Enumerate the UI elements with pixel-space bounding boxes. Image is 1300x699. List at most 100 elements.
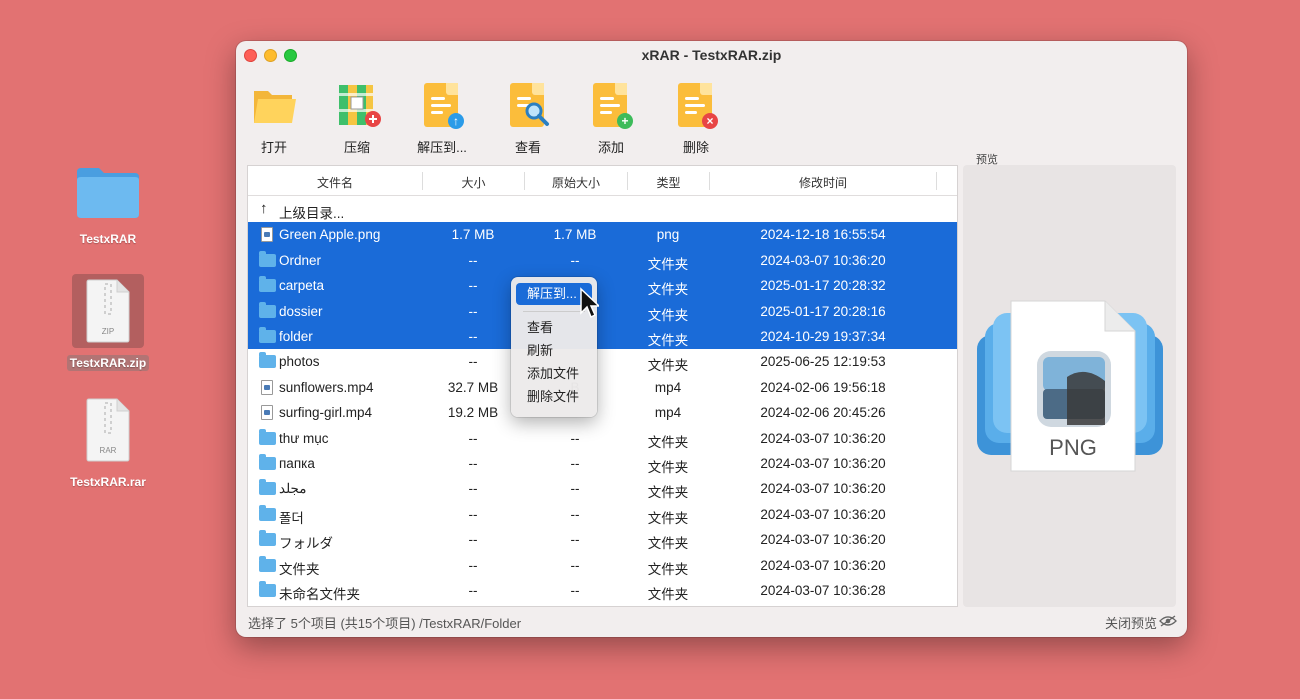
table-row[interactable]: Green Apple.png 1.7 MB 1.7 MB png 2024-12-18… [248, 222, 957, 248]
cell-size: -- [468, 329, 478, 344]
table-row[interactable]: photos -- 文件夹 2025-06-25 12:19:53 [248, 349, 957, 374]
cell-name: photos [279, 354, 320, 370]
cell-original-size: -- [570, 557, 580, 573]
cell-type: 文件夹 [647, 256, 689, 272]
eye-slash-icon[interactable] [1159, 615, 1177, 627]
delete-button[interactable]: × 删除 [661, 79, 731, 156]
cell-name: フォルダ [279, 536, 333, 552]
plus-badge-icon: + [617, 113, 633, 129]
preview-file-type: PNG [1049, 435, 1097, 460]
file-list: 文件名 大小 原始大小 类型 修改时间 ↑ 上级目录... Green Apple.… [247, 165, 958, 607]
table-row[interactable]: مجلد -- -- 文件夹 2024-03-07 10:36:20 [248, 476, 957, 501]
preview-panel: PNG [963, 165, 1176, 607]
cell-original-size: -- [570, 430, 580, 446]
table-row[interactable]: folder -- 文件夹 2024-10-29 19:37:34 [248, 324, 957, 350]
folder-icon [259, 428, 276, 445]
cell-type: 文件夹 [647, 510, 689, 526]
cell-original-size: -- [570, 456, 580, 471]
file-icon [261, 227, 273, 243]
cell-type: png [656, 227, 680, 243]
compress-label: 压缩 [343, 140, 370, 155]
table-row[interactable]: carpeta -- 文件夹 2025-01-17 20:28:32 [248, 273, 957, 299]
open-button[interactable]: 打开 [239, 79, 309, 156]
add-label: 添加 [597, 140, 624, 155]
cell-modified: 2024-03-07 10:36:20 [760, 506, 886, 522]
cell-type: 文件夹 [647, 434, 689, 450]
cell-name: 文件夹 [279, 561, 320, 577]
cell-size: 1.7 MB [451, 227, 495, 243]
file-icon [261, 405, 273, 421]
folder-icon [259, 530, 276, 547]
table-row[interactable]: Ordner -- -- 文件夹 2024-03-07 10:36:20 [248, 247, 957, 274]
svg-text:ZIP: ZIP [102, 327, 114, 336]
up-arrow-icon: ↑ [260, 200, 268, 217]
delete-doc-icon: × [672, 79, 720, 131]
compress-books-icon [333, 79, 381, 131]
cell-size: -- [468, 456, 478, 471]
cell-type: 文件夹 [647, 587, 689, 602]
cell-name: مجلد [279, 481, 307, 497]
menu-item-add-file[interactable]: 添加文件 [516, 363, 592, 385]
table-row[interactable]: 폴더 -- -- 文件夹 2024-03-07 10:36:20 [248, 502, 957, 527]
cell-size: -- [468, 430, 478, 446]
table-row[interactable]: 文件夹 -- -- 文件夹 2024-03-07 10:36:20 [248, 553, 957, 578]
view-label: 查看 [514, 140, 541, 155]
close-preview-button[interactable]: 关闭预览 [1105, 613, 1157, 632]
cell-original-size: -- [570, 506, 580, 522]
cell-size: -- [468, 532, 478, 548]
cell-type: 文件夹 [647, 358, 689, 374]
cell-name: surfing-girl.mp4 [279, 405, 373, 421]
add-button[interactable]: + 添加 [576, 79, 646, 156]
cell-modified: 2024-03-07 10:36:28 [760, 583, 886, 598]
open-label: 打开 [260, 140, 287, 155]
cell-name: Ordner [279, 252, 322, 268]
table-row[interactable]: フォルダ -- -- 文件夹 2024-03-07 10:36:20 [248, 527, 957, 552]
table-row[interactable]: папка -- -- 文件夹 2024-03-07 10:36:20 [248, 451, 957, 476]
cell-original-size: 1.7 MB [553, 227, 597, 243]
cell-name: dossier [279, 303, 323, 319]
cell-type: 文件夹 [647, 536, 689, 552]
table-row[interactable]: sunflowers.mp432.7 MBBmp42024-02-06 19:5… [248, 375, 957, 400]
desktop-folder-testxrar[interactable]: TestxRAR [58, 164, 158, 248]
title-bar[interactable]: xRAR - TestxRAR.zip [236, 41, 1187, 69]
cell-type: 文件夹 [647, 561, 689, 577]
column-modified[interactable]: 修改时间 [710, 174, 936, 191]
column-name[interactable]: 文件名 [248, 174, 422, 191]
cell-type: mp4 [654, 405, 682, 421]
cell-name: Green Apple.png [279, 227, 381, 243]
folder-icon [259, 454, 276, 470]
mouse-cursor-icon [580, 287, 599, 319]
svg-text:RAR: RAR [100, 446, 117, 455]
cell-modified: 2024-03-07 10:36:20 [760, 430, 886, 446]
cell-size: -- [468, 252, 478, 268]
menu-item-delete-file[interactable]: 删除文件 [516, 386, 592, 408]
compress-button[interactable]: 压缩 [322, 79, 392, 156]
column-type[interactable]: 类型 [628, 174, 709, 191]
view-magnifier-icon [504, 79, 552, 131]
extract-to-button[interactable]: ↑ 解压到... [407, 79, 477, 156]
cell-modified: 2024-03-07 10:36:20 [760, 557, 886, 573]
cell-size: -- [468, 303, 478, 319]
cell-original-size: -- [570, 481, 580, 497]
folder-icon [259, 581, 276, 597]
column-original-size[interactable]: 原始大小 [525, 174, 627, 191]
cell-name: 폴더 [279, 510, 304, 526]
parent-directory-row[interactable]: ↑ 上级目录... [248, 197, 957, 222]
column-size[interactable]: 大小 [423, 174, 524, 191]
desktop-file-testxrar-zip[interactable]: ZIP TestxRAR.zip [58, 278, 158, 372]
table-row[interactable]: dossier -- 文件夹 2025-01-17 20:28:16 [248, 298, 957, 324]
table-row[interactable]: surfing-girl.mp4 19.2 MB mp4 2024-02-06 20:… [248, 400, 957, 425]
folder-icon [259, 276, 276, 293]
table-row[interactable]: 未命名文件夹 -- -- 文件夹 2024-03-07 10:36:28 [248, 578, 957, 603]
desktop-folder-label: TestxRAR [79, 232, 137, 246]
cell-type: 文件夹 [647, 485, 689, 501]
cell-modified: 2025-01-17 20:28:32 [760, 278, 886, 294]
extract-doc-icon: ↑ [418, 79, 466, 131]
menu-item-refresh[interactable]: 刷新 [516, 340, 592, 362]
folder-icon [259, 504, 276, 521]
desktop-file-testxrar-rar[interactable]: RAR TestxRAR.rar [58, 397, 158, 491]
zip-file-icon: ZIP [86, 279, 130, 343]
view-button[interactable]: 查看 [493, 79, 563, 156]
cell-size: -- [468, 481, 478, 497]
table-row[interactable]: thư mục -- -- 文件夹 2024-03-07 10:36:20 [248, 426, 957, 451]
